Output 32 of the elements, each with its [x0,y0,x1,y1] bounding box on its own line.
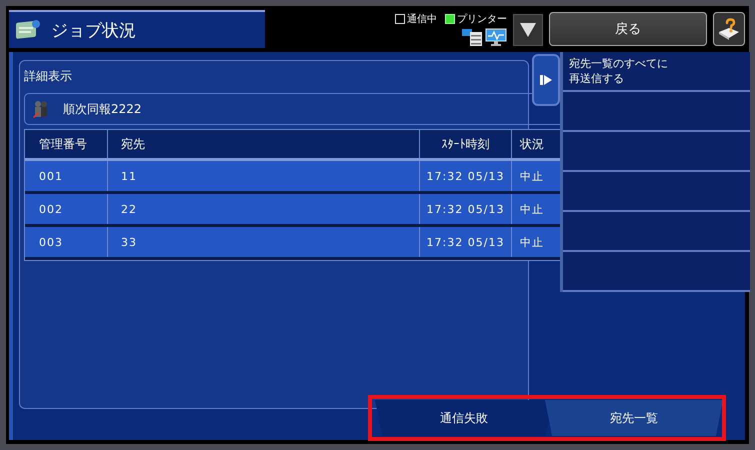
table-cell: 002 [25,194,108,224]
table-cell: 17:32 05/13 [420,227,512,257]
table-cell: 22 [108,194,420,224]
window-title: ジョブ状況 [51,20,136,42]
monitor-icon [485,28,507,46]
table-cell-text: 中止 [519,202,545,218]
people-icon [33,100,49,118]
back-button[interactable]: 戻る [549,12,707,46]
panel-handle[interactable] [532,54,560,106]
server-icon [461,28,483,46]
document-icon [15,19,41,41]
table-cell: 11 [108,161,420,191]
status-label: プリンター [457,12,507,26]
column-header: ｽﾀｰﾄ時刻 [420,130,512,158]
tab[interactable]: 宛先一覧 [545,400,723,436]
dropdown-button[interactable] [513,14,543,46]
table-cell: 17:32 05/13 [420,161,512,191]
table-cell: 17:32 05/13 [420,194,512,224]
table-cell-text: 中止 [519,234,545,250]
help-button[interactable] [713,12,745,46]
job-name: 順次同報2222 [63,100,142,118]
table-cell-text: 中止 [519,168,545,184]
help-icon [717,18,741,40]
section-title: 詳細表示 [24,68,73,85]
column-header: 管理番号 [25,130,108,158]
table-cell: 003 [25,227,108,257]
status-label: 通信中 [407,12,437,26]
column-header: 宛先 [108,130,420,158]
table-cell: 33 [108,227,420,257]
caret-icon [520,23,536,37]
table-cell: 001 [25,161,108,191]
column-header: 状況 [519,136,545,152]
